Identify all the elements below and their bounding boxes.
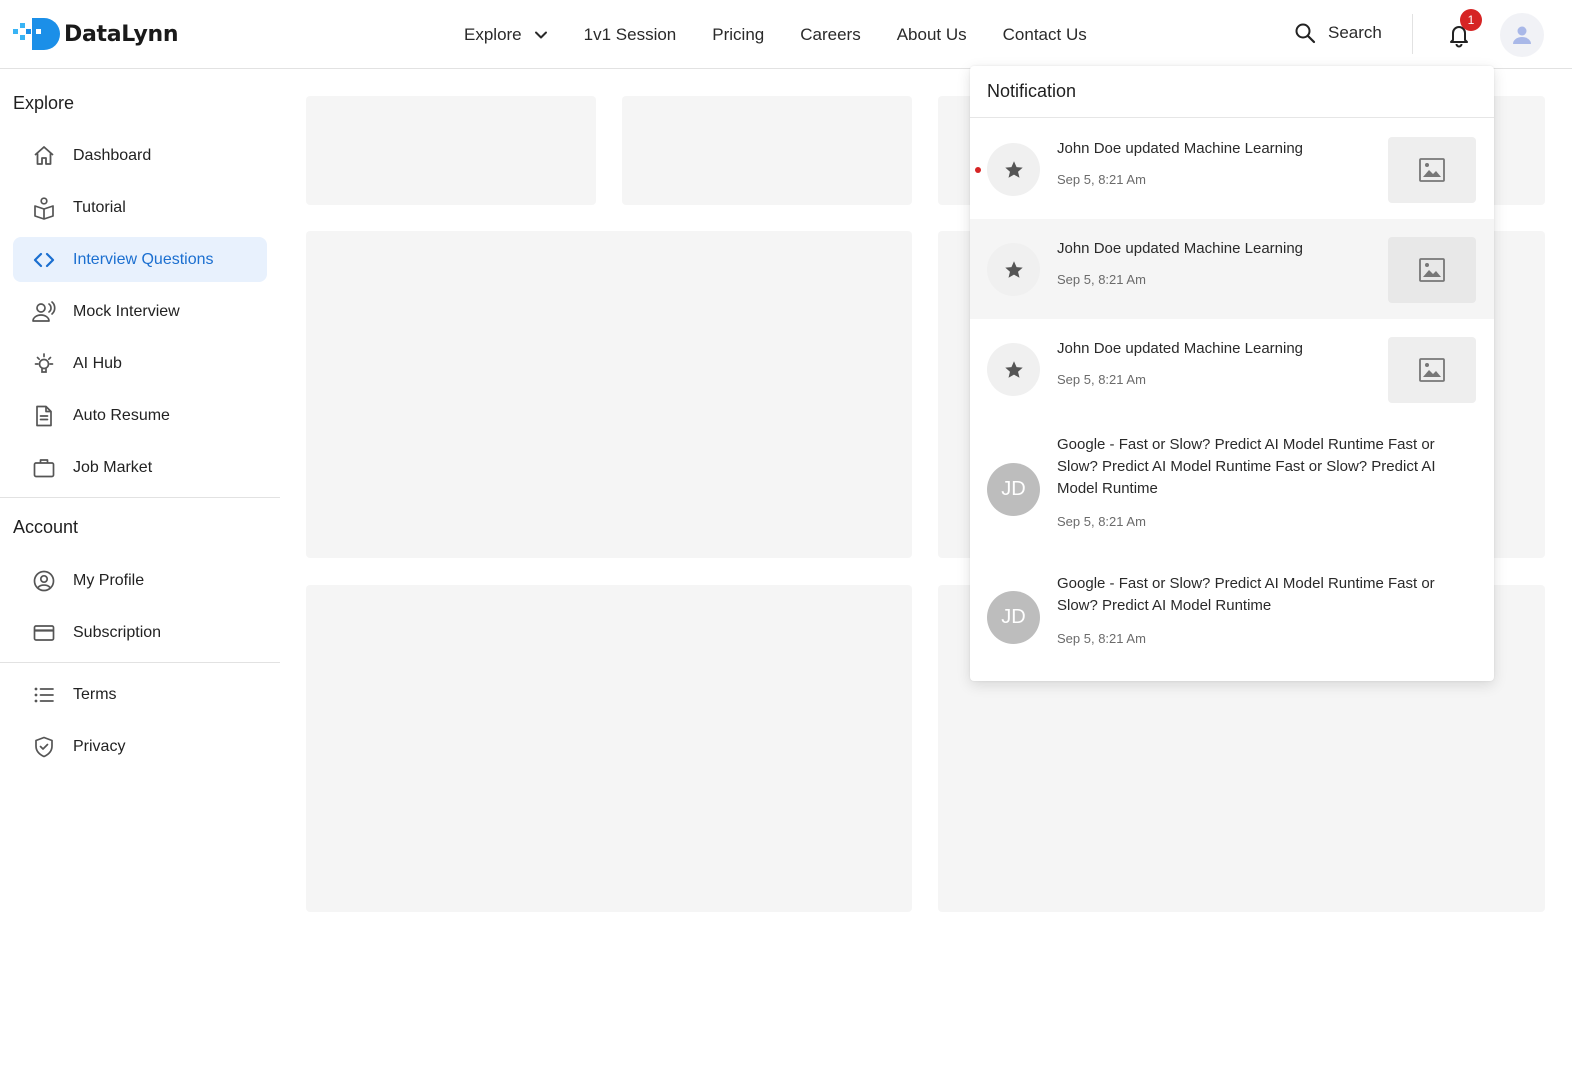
lightbulb-icon [30, 350, 58, 378]
top-bar: DataLynn Explore 1v1 Session Pricing Car… [0, 0, 1572, 69]
notification-thumbnail [1388, 137, 1476, 203]
star-icon [1004, 360, 1023, 378]
sidebar-divider [0, 662, 280, 663]
sidebar-item-label: Subscription [73, 623, 162, 641]
notification-item[interactable]: John Doe updated Machine Learning Sep 5,… [970, 119, 1494, 219]
notification-time: Sep 5, 8:21 Am [1057, 372, 1146, 387]
nav-1v1-session[interactable]: 1v1 Session [584, 25, 677, 45]
search-button[interactable]: Search [1294, 22, 1382, 44]
loading-placeholder [306, 231, 912, 558]
sidebar-item-label: Privacy [73, 737, 126, 755]
nav-contact-us[interactable]: Contact Us [1003, 25, 1087, 45]
sidebar-section-explore: Explore [13, 93, 75, 113]
notification-thumbnail [1388, 237, 1476, 303]
notification-avatar [987, 343, 1040, 396]
sidebar-item-tutorial[interactable]: Tutorial [13, 185, 267, 230]
nav-about-us[interactable]: About Us [897, 25, 967, 45]
logo[interactable]: DataLynn [12, 16, 179, 52]
sidebar-item-label: Job Market [73, 458, 153, 476]
loading-placeholder [306, 585, 912, 912]
sidebar-item-ai-hub[interactable]: AI Hub [13, 341, 267, 386]
user-icon [1513, 26, 1531, 44]
notification-avatar: JD [987, 591, 1040, 644]
notification-time: Sep 5, 8:21 Am [1057, 272, 1146, 287]
code-icon [30, 246, 58, 274]
star-icon [1004, 260, 1023, 278]
search-icon [1295, 23, 1316, 44]
nav-pricing-label: Pricing [712, 25, 765, 44]
briefcase-icon [30, 454, 58, 482]
sidebar-item-job-market[interactable]: Job Market [13, 445, 267, 490]
notification-text: John Doe updated Machine Learning [1057, 140, 1304, 157]
home-icon [30, 142, 58, 170]
chevron-down-icon [534, 31, 547, 39]
sidebar-item-label: Terms [73, 685, 117, 703]
nav-about-us-label: About Us [896, 25, 967, 44]
image-icon [1419, 158, 1445, 182]
notification-item[interactable]: JD Google - Fast or Slow? Predict AI Mod… [970, 419, 1494, 559]
sidebar-item-auto-resume[interactable]: Auto Resume [13, 393, 267, 438]
sidebar-item-my-profile[interactable]: My Profile [13, 558, 267, 603]
sidebar-item-label: My Profile [73, 571, 145, 589]
loading-placeholder [306, 96, 596, 205]
notification-time: Sep 5, 8:21 Am [1057, 514, 1146, 529]
nav-careers[interactable]: Careers [800, 25, 860, 45]
sidebar-item-label: Dashboard [73, 146, 152, 164]
sidebar-item-label: Tutorial [73, 198, 126, 216]
notification-text: Google - Fast or Slow? Predict AI Model … [1057, 436, 1436, 497]
loading-placeholder [622, 96, 912, 205]
sidebar: Explore Dashboard Tutorial Interview Que… [0, 69, 280, 1077]
sidebar-item-label: Auto Resume [73, 406, 170, 424]
sidebar-item-label: AI Hub [73, 354, 122, 372]
list-icon [30, 681, 58, 709]
sidebar-item-subscription[interactable]: Subscription [13, 610, 267, 655]
sidebar-item-terms[interactable]: Terms [13, 672, 267, 717]
sidebar-item-label: Interview Questions [73, 250, 214, 268]
user-circle-icon [30, 567, 58, 595]
user-avatar[interactable] [1500, 13, 1544, 57]
notification-text: John Doe updated Machine Learning [1057, 240, 1304, 257]
notification-avatar [987, 143, 1040, 196]
nav-pricing[interactable]: Pricing [712, 25, 764, 45]
notification-thumbnail [1388, 337, 1476, 403]
notification-panel: Notification John Doe updated Machine Le… [970, 66, 1494, 681]
nav-1v1-session-label: 1v1 Session [583, 25, 677, 44]
sidebar-section-account: Account [13, 517, 79, 537]
sidebar-item-mock-interview[interactable]: Mock Interview [13, 289, 267, 334]
notification-item[interactable]: John Doe updated Machine Learning Sep 5,… [970, 319, 1494, 419]
star-icon [1004, 160, 1023, 178]
divider [1412, 14, 1413, 54]
notification-text: Google - Fast or Slow? Predict AI Model … [1057, 575, 1435, 614]
notification-panel-title: Notification [970, 66, 1494, 118]
nav-contact-us-label: Contact Us [1002, 25, 1087, 44]
notification-item[interactable]: JD Google - Fast or Slow? Predict AI Mod… [970, 559, 1494, 681]
image-icon [1419, 358, 1445, 382]
sidebar-divider [0, 497, 280, 498]
sidebar-item-privacy[interactable]: Privacy [13, 724, 267, 769]
mock-interview-icon [30, 298, 58, 326]
unread-dot [975, 167, 981, 173]
sidebar-item-interview-questions[interactable]: Interview Questions [13, 237, 267, 282]
notification-avatar [987, 243, 1040, 296]
notification-item[interactable]: John Doe updated Machine Learning Sep 5,… [970, 219, 1494, 319]
sidebar-item-dashboard[interactable]: Dashboard [13, 133, 267, 178]
brand-name: DataLynn [64, 21, 179, 47]
notification-avatar: JD [987, 463, 1040, 516]
notification-text: John Doe updated Machine Learning [1057, 340, 1304, 357]
shield-icon [30, 733, 58, 761]
nav-explore-label: Explore [464, 25, 522, 44]
main-nav: Explore 1v1 Session Pricing Careers Abou… [464, 22, 1123, 48]
notification-badge: 1 [1460, 9, 1482, 31]
sidebar-item-label: Mock Interview [73, 302, 180, 320]
notification-time: Sep 5, 8:21 Am [1057, 172, 1146, 187]
notification-time: Sep 5, 8:21 Am [1057, 631, 1146, 646]
nav-careers-label: Careers [800, 25, 861, 44]
document-icon [30, 402, 58, 430]
tutorial-icon [30, 194, 58, 222]
nav-explore[interactable]: Explore [464, 25, 548, 45]
datalynn-logo-icon [12, 16, 60, 52]
image-icon [1419, 258, 1445, 282]
credit-card-icon [30, 619, 58, 647]
search-label: Search [1328, 23, 1382, 42]
